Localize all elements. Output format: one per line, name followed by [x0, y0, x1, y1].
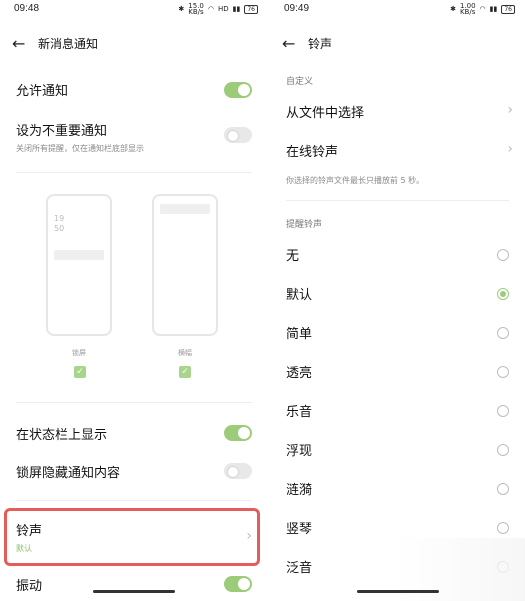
unimportant-sub: 关闭所有提醒，仅在通知栏底部显示 — [16, 144, 144, 153]
home-indicator[interactable] — [356, 590, 439, 593]
vibrate-label: 振动 — [16, 579, 43, 594]
ringtone-option-label: 乐音 — [286, 405, 313, 420]
status-bar-label: 在状态栏上显示 — [16, 428, 108, 443]
banner-preview[interactable] — [152, 194, 218, 336]
ringtone-note: 你选择的铃声文件最长只播放前 5 秒。 — [286, 176, 425, 185]
header: ← 新消息通知 — [12, 30, 98, 56]
bluetooth-icon: ✱ — [178, 5, 185, 13]
wifi-icon: ◠ — [479, 5, 486, 13]
status-bar-row[interactable]: 在状态栏上显示 — [16, 424, 252, 444]
lockscreen-label: 锁屏 — [72, 349, 86, 357]
page-title: 铃声 — [308, 36, 333, 51]
radio-button[interactable] — [497, 288, 509, 300]
allow-notify-row[interactable]: 允许通知 — [16, 80, 252, 100]
hide-lock-toggle[interactable] — [224, 463, 252, 479]
lockscreen-preview[interactable]: 19 50 — [46, 194, 112, 336]
radio-button[interactable] — [497, 444, 509, 456]
divider — [16, 172, 252, 173]
net-speed: 1.00 KB/s — [459, 2, 476, 16]
ringtone-option[interactable]: 浮现 — [286, 440, 513, 460]
hd-icon: HD — [217, 5, 229, 13]
lockscreen-checkbox[interactable]: ✓ — [74, 366, 86, 378]
page-title: 新消息通知 — [38, 36, 99, 51]
status-time: 09:49 — [284, 3, 310, 14]
radio-button[interactable] — [497, 327, 509, 339]
divider — [16, 402, 252, 403]
radio-button[interactable] — [497, 522, 509, 534]
banner-checkbox[interactable]: ✓ — [179, 366, 191, 378]
ringtone-option[interactable]: 无 — [286, 245, 513, 265]
net-speed: 15.0 KB/s — [188, 2, 204, 16]
online-label: 在线铃声 — [286, 145, 339, 160]
home-indicator[interactable] — [93, 590, 175, 593]
ringtone-option[interactable]: 竖琴 — [286, 518, 513, 538]
from-file-label: 从文件中选择 — [286, 106, 365, 121]
highlight-box — [4, 508, 260, 566]
chevron-right-icon: › — [507, 141, 513, 157]
preview-banner — [160, 204, 210, 214]
allow-notify-toggle[interactable] — [224, 82, 252, 98]
ringtone-option[interactable]: 乐音 — [286, 401, 513, 421]
hide-lock-label: 锁屏隐藏通知内容 — [16, 466, 121, 481]
ringtone-option[interactable]: 涟漪 — [286, 479, 513, 499]
chevron-right-icon: › — [507, 102, 513, 118]
wifi-icon: ◠ — [207, 5, 214, 13]
status-bar: 09:49 ✱ 1.00 KB/s ◠ ▮▮ 76 — [270, 0, 525, 18]
hide-lock-row[interactable]: 锁屏隐藏通知内容 — [16, 462, 252, 482]
ringtone-option[interactable]: 简单 — [286, 323, 513, 343]
vibrate-toggle[interactable] — [224, 576, 252, 592]
unimportant-label: 设为不重要通知 — [16, 124, 108, 139]
online-ringtone-row[interactable]: 在线铃声 › — [286, 141, 513, 161]
divider — [16, 500, 252, 501]
ringtone-option-label: 透亮 — [286, 366, 313, 381]
ringtone-option-label: 泛音 — [286, 561, 313, 576]
ringtone-screen: 09:49 ✱ 1.00 KB/s ◠ ▮▮ 76 ← 铃声 自定义 从文件中选… — [270, 0, 525, 601]
bluetooth-icon: ✱ — [450, 5, 456, 13]
battery-icon: 76 — [244, 4, 258, 14]
ringtone-option-label: 无 — [286, 249, 300, 264]
banner-label: 横幅 — [178, 349, 192, 357]
radio-button[interactable] — [497, 483, 509, 495]
divider — [286, 200, 509, 201]
status-icons: ✱ 1.00 KB/s ◠ ▮▮ 76 — [450, 2, 515, 16]
status-time: 09:48 — [14, 3, 40, 14]
from-file-row[interactable]: 从文件中选择 › — [286, 102, 513, 122]
status-bar: 09:48 ✱ 15.0 KB/s ◠ HD ▮▮ 76 — [0, 0, 268, 18]
preview-time: 19 50 — [54, 214, 65, 233]
signal-icon: ▮▮ — [232, 5, 241, 13]
ringtone-option-label: 涟漪 — [286, 483, 313, 498]
battery-icon: 76 — [501, 4, 515, 14]
allow-notify-label: 允许通知 — [16, 84, 69, 99]
signal-icon: ▮▮ — [489, 5, 498, 13]
back-arrow-icon[interactable]: ← — [12, 34, 32, 53]
unimportant-row[interactable]: 设为不重要通知 关闭所有提醒，仅在通知栏底部显示 — [16, 120, 252, 156]
status-bar-toggle[interactable] — [224, 425, 252, 441]
radio-button[interactable] — [497, 249, 509, 261]
unimportant-toggle[interactable] — [224, 127, 252, 143]
radio-button[interactable] — [497, 405, 509, 417]
ringtone-option-label: 默认 — [286, 288, 313, 303]
header: ← 铃声 — [282, 30, 332, 56]
ringtone-option-label: 简单 — [286, 327, 313, 342]
radio-button[interactable] — [497, 366, 509, 378]
ringtone-option-label: 浮现 — [286, 444, 313, 459]
alert-section-label: 提醒铃声 — [286, 220, 323, 230]
ringtone-option[interactable]: 默认 — [286, 284, 513, 304]
custom-section-label: 自定义 — [286, 77, 314, 87]
status-icons: ✱ 15.0 KB/s ◠ HD ▮▮ 76 — [178, 2, 258, 16]
back-arrow-icon[interactable]: ← — [282, 34, 302, 53]
ringtone-option-label: 竖琴 — [286, 522, 313, 537]
notification-settings-screen: 09:48 ✱ 15.0 KB/s ◠ HD ▮▮ 76 ← 新消息通知 允许通… — [0, 0, 268, 601]
preview-card — [54, 250, 104, 260]
ringtone-option[interactable]: 透亮 — [286, 362, 513, 382]
